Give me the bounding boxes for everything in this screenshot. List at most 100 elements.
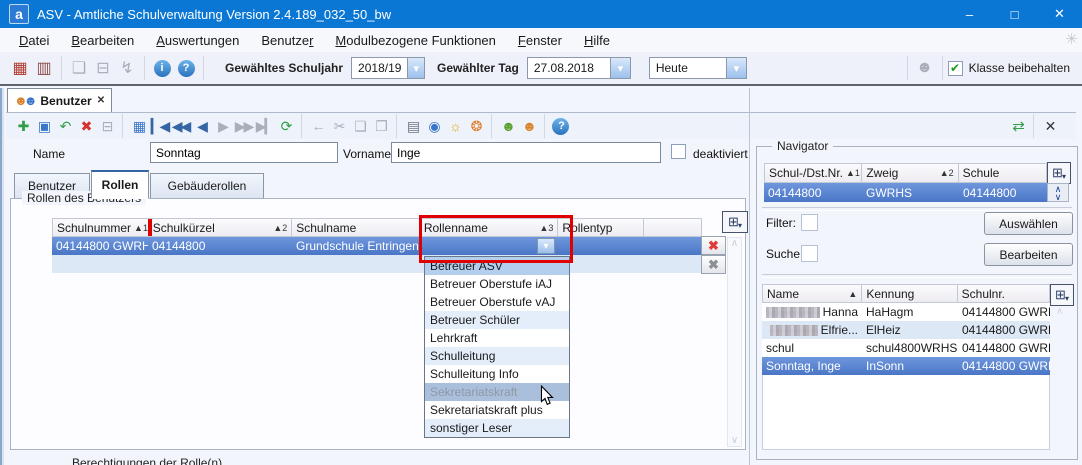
delete-record-icon[interactable]: ✖ xyxy=(75,116,96,137)
help-icon[interactable]: ? xyxy=(174,56,198,80)
menu-hilfe[interactable]: Hilfe xyxy=(573,30,621,51)
next-record-icon[interactable]: ▶ xyxy=(212,116,233,137)
lightning-icon[interactable]: ↯ xyxy=(115,56,139,80)
print-report-icon[interactable]: ▥ xyxy=(32,56,56,80)
dropdown-option[interactable]: Schulleitung Info xyxy=(425,365,569,383)
fast-backward-icon[interactable]: ◀◀ xyxy=(170,116,191,137)
filter-checkbox[interactable] xyxy=(801,214,818,231)
scroll-down-icon[interactable]: ∨ xyxy=(731,435,738,446)
form-remove-icon[interactable]: ⊟ xyxy=(96,116,117,137)
cell-rollenname-combo[interactable]: ▾ xyxy=(420,237,559,255)
chevron-down-icon[interactable]: ▾ xyxy=(726,58,746,78)
first-record-icon[interactable]: ▎◀ xyxy=(149,116,170,137)
table-view-icon[interactable]: ▦ xyxy=(128,116,149,137)
close-button[interactable]: ✕ xyxy=(1037,0,1082,28)
column-header-rollentyp[interactable]: Rollentyp xyxy=(558,219,644,236)
cut-icon[interactable]: ✂ xyxy=(328,116,349,137)
user-row[interactable]: Hanna HaHagm 04144800 GWRHS xyxy=(762,303,1050,321)
deaktiviert-checkbox[interactable] xyxy=(671,144,686,159)
tab-gebaeuderollen[interactable]: Gebäuderollen xyxy=(150,173,264,199)
dropdown-option[interactable]: Betreuer ASV xyxy=(425,257,569,275)
column-header-schulkuerzel[interactable]: Schulkürzel▲2 xyxy=(149,219,293,236)
row-spinner[interactable]: ∧ ∨ xyxy=(1047,183,1069,202)
menu-benutzer[interactable]: Benutzer xyxy=(250,30,324,51)
column-header-schulnr[interactable]: Schulnr. xyxy=(958,285,1049,302)
spinner-down-icon[interactable]: ∨ xyxy=(1055,193,1062,201)
save-icon[interactable]: ▣ xyxy=(33,116,54,137)
column-header-zweig[interactable]: Zweig▲2 xyxy=(862,164,958,182)
previous-record-icon[interactable]: ◀ xyxy=(191,116,212,137)
tab-benutzer-document[interactable]: ☻ ☻ Benutzer ✕ xyxy=(7,88,112,112)
suche-checkbox[interactable] xyxy=(801,245,818,262)
table-row-empty[interactable] xyxy=(52,255,702,273)
bearbeiten-button[interactable]: Bearbeiten xyxy=(984,243,1073,266)
heute-select[interactable]: Heute ▾ xyxy=(649,57,747,79)
user-row[interactable]: Elfrie... ElHeiz 04144800 GWRHS xyxy=(762,321,1050,339)
column-header-schulnummer[interactable]: Schulnummer▲1 xyxy=(53,219,149,236)
vorname-input[interactable] xyxy=(391,142,661,163)
column-header-schul-dst-nr[interactable]: Schul-/Dst.Nr.▲1 xyxy=(765,164,862,182)
scroll-up-icon[interactable]: ∧ xyxy=(1056,306,1063,317)
panel-splitter[interactable] xyxy=(749,88,750,465)
user-sync-icon[interactable]: ☻ xyxy=(497,116,518,137)
minimize-button[interactable]: – xyxy=(947,0,992,28)
menu-bearbeiten[interactable]: Bearbeiten xyxy=(60,30,145,51)
column-header-schulname[interactable]: Schulname xyxy=(292,219,420,236)
module-icon[interactable]: ❑ xyxy=(67,56,91,80)
info-icon[interactable]: i xyxy=(150,56,174,80)
user-row[interactable]: schul schul4800WRHS 04144800 GWRHS xyxy=(762,339,1050,357)
klasse-beibehalten-checkbox[interactable]: ✔ xyxy=(948,61,963,76)
last-record-icon[interactable]: ▶▎ xyxy=(254,116,275,137)
copy-icon[interactable]: ❏ xyxy=(349,116,370,137)
column-header-rollenname[interactable]: Rollenname▲3 xyxy=(420,219,559,236)
refresh-icon[interactable]: ⟳ xyxy=(275,116,296,137)
name-input[interactable] xyxy=(150,142,338,163)
dropdown-option[interactable]: Betreuer Schüler xyxy=(425,311,569,329)
column-config-button[interactable]: ⊞▾ xyxy=(1047,162,1071,184)
back-arrow-icon[interactable]: ← xyxy=(307,116,328,137)
column-header-schule[interactable]: Schule xyxy=(959,164,1046,182)
tab-rollen[interactable]: Rollen xyxy=(91,170,149,199)
maximize-button[interactable]: □ xyxy=(992,0,1037,28)
auswaehlen-button[interactable]: Auswählen xyxy=(984,212,1073,235)
horn-icon[interactable]: ❂ xyxy=(465,116,486,137)
print-icon[interactable]: ▤ xyxy=(402,116,423,137)
dropdown-option[interactable]: Betreuer Oberstufe vAJ xyxy=(425,293,569,311)
column-config-button[interactable]: ⊞▾ xyxy=(1050,284,1074,306)
window-minus-icon[interactable]: ⊟ xyxy=(91,56,115,80)
help-icon[interactable]: ? xyxy=(550,116,571,137)
menu-datei[interactable]: Datei xyxy=(8,30,60,51)
dropdown-option[interactable]: Lehrkraft xyxy=(425,329,569,347)
menu-fenster[interactable]: Fenster xyxy=(507,30,573,51)
dropdown-option[interactable]: sonstiger Leser xyxy=(425,419,569,437)
user-row-selected[interactable]: Sonntag, Inge InSonn 04144800 GWRHS xyxy=(762,357,1050,375)
chevron-down-icon[interactable]: ▾ xyxy=(537,238,555,254)
chevron-down-icon[interactable]: ▾ xyxy=(407,58,424,78)
schuljahr-select[interactable]: 2018/19 ▾ xyxy=(351,57,425,79)
table-row-selected[interactable]: 04144800 GWRHS 04144800 Grundschule Entr… xyxy=(52,237,702,255)
roles-table-scrollbar[interactable]: ∧ ∨ xyxy=(727,237,742,447)
scroll-up-icon[interactable]: ∧ xyxy=(731,238,738,249)
chevron-down-icon[interactable]: ▾ xyxy=(610,58,630,78)
fast-forward-icon[interactable]: ▶▶ xyxy=(233,116,254,137)
tag-select[interactable]: 27.08.2018 ▾ xyxy=(527,57,631,79)
pane-sync-icon[interactable]: ⇄ xyxy=(1007,116,1028,137)
tab-close-icon[interactable]: ✕ xyxy=(97,95,105,106)
column-header-kennung[interactable]: Kennung xyxy=(862,285,957,302)
menu-modulbezogene-funktionen[interactable]: Modulbezogene Funktionen xyxy=(324,30,506,51)
undo-icon[interactable]: ↶ xyxy=(54,116,75,137)
paste-icon[interactable]: ❐ xyxy=(370,116,391,137)
preview-eye-icon[interactable]: ◉ xyxy=(423,116,444,137)
column-header-name[interactable]: Name▲ xyxy=(763,285,862,302)
lightbulb-icon[interactable]: ☼ xyxy=(444,116,465,137)
delete-row-button[interactable]: ✖ xyxy=(701,236,726,255)
pane-close-icon[interactable]: ✕ xyxy=(1039,116,1060,137)
dropdown-option[interactable]: Schulleitung xyxy=(425,347,569,365)
user-add-icon[interactable]: ☻ xyxy=(518,116,539,137)
menu-auswertungen[interactable]: Auswertungen xyxy=(145,30,250,51)
navigator-row-selected[interactable]: 04144800 GWRHS 04144800 xyxy=(764,183,1047,202)
column-config-button[interactable]: ⊞▾ xyxy=(722,211,748,233)
new-record-icon[interactable]: ✚ xyxy=(12,116,33,137)
school-report-icon[interactable]: ▦ xyxy=(8,56,32,80)
dropdown-option[interactable]: Betreuer Oberstufe iAJ xyxy=(425,275,569,293)
